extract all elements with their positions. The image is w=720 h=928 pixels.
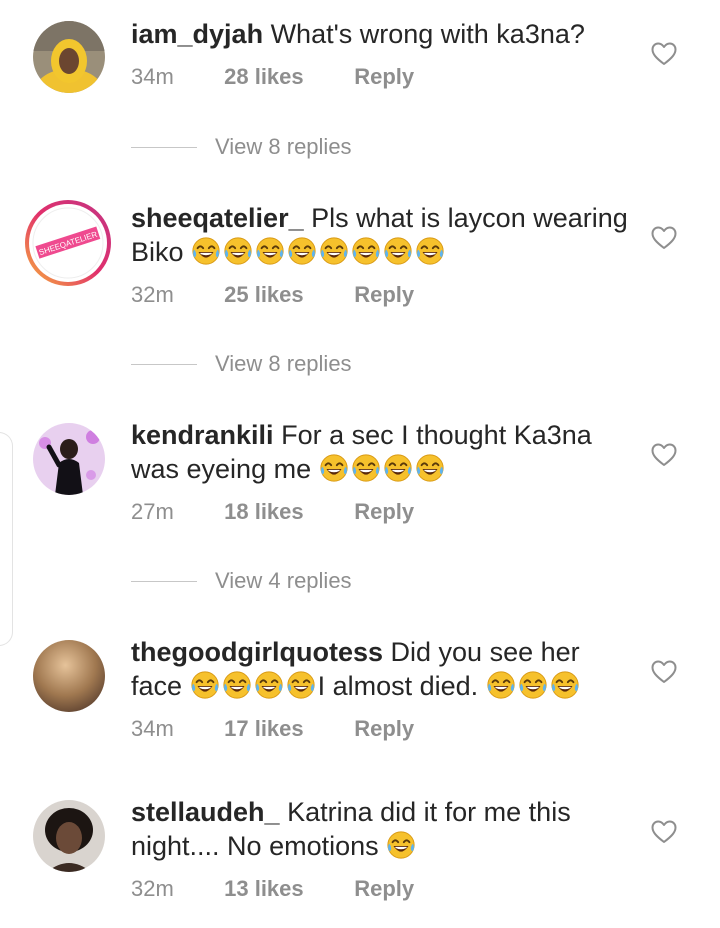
comment-text: kendrankili For a sec I thought Ka3na wa… <box>131 418 631 486</box>
heart-outline-icon[interactable] <box>651 42 677 66</box>
comment-username[interactable]: kendrankili <box>131 420 274 450</box>
emoji-run <box>486 671 582 701</box>
comment-username[interactable]: iam_dyjah <box>131 19 263 49</box>
comment-body: What's wrong with ka3na? <box>270 19 585 49</box>
avatar[interactable]: SHEEQATELIER <box>23 198 113 288</box>
emoji-run <box>191 237 447 267</box>
comment-time: 27m <box>131 499 174 524</box>
comment-meta: 32m 13 likes Reply <box>131 876 414 902</box>
comment-likes[interactable]: 28 likes <box>224 64 348 90</box>
view-replies-label[interactable]: View 8 replies <box>215 134 352 160</box>
heart-outline-icon[interactable] <box>651 226 677 250</box>
face-with-tears-of-joy-icon <box>550 670 580 700</box>
face-with-tears-of-joy-icon <box>286 670 316 700</box>
face-with-tears-of-joy-icon <box>319 453 349 483</box>
comment-likes[interactable]: 25 likes <box>224 282 348 308</box>
face-with-tears-of-joy-icon <box>383 236 413 266</box>
face-with-tears-of-joy-icon <box>287 236 317 266</box>
face-with-tears-of-joy-icon <box>351 453 381 483</box>
emoji-run <box>319 454 447 484</box>
face-with-tears-of-joy-icon <box>222 670 252 700</box>
heart-outline-icon[interactable] <box>651 443 677 467</box>
replies-divider <box>131 363 197 365</box>
face-with-tears-of-joy-icon <box>486 670 516 700</box>
comment-username[interactable]: thegoodgirlquotess <box>131 637 383 667</box>
avatar[interactable] <box>33 640 105 712</box>
comment-meta: 27m 18 likes Reply <box>131 499 414 525</box>
comment-text: sheeqatelier_ Pls what is laycon wearing… <box>131 201 631 269</box>
comment-time: 34m <box>131 716 174 741</box>
face-with-tears-of-joy-icon <box>191 236 221 266</box>
reply-button[interactable]: Reply <box>354 716 414 742</box>
comment-text: stellaudeh_ Katrina did it for me this n… <box>131 795 631 863</box>
replies-divider <box>131 580 197 582</box>
heart-outline-icon[interactable] <box>651 820 677 844</box>
avatar[interactable] <box>33 423 105 495</box>
face-with-tears-of-joy-icon <box>383 453 413 483</box>
view-replies-button[interactable]: View 4 replies <box>131 566 352 596</box>
reply-button[interactable]: Reply <box>354 499 414 525</box>
view-replies-label[interactable]: View 4 replies <box>215 568 352 594</box>
face-with-tears-of-joy-icon <box>415 453 445 483</box>
face-with-tears-of-joy-icon <box>415 236 445 266</box>
comment-meta: 32m 25 likes Reply <box>131 282 414 308</box>
side-drawer-edge <box>0 432 13 646</box>
comment-time: 34m <box>131 64 174 89</box>
comment-likes[interactable]: 13 likes <box>224 876 348 902</box>
comment-likes[interactable]: 17 likes <box>224 716 348 742</box>
comment-meta: 34m 17 likes Reply <box>131 716 414 742</box>
comment-likes[interactable]: 18 likes <box>224 499 348 525</box>
comment-text: thegoodgirlquotess Did you see her face … <box>131 635 631 703</box>
face-with-tears-of-joy-icon <box>518 670 548 700</box>
face-with-tears-of-joy-icon <box>255 236 285 266</box>
reply-button[interactable]: Reply <box>354 64 414 90</box>
heart-outline-icon[interactable] <box>651 660 677 684</box>
face-with-tears-of-joy-icon <box>254 670 284 700</box>
reply-button[interactable]: Reply <box>354 876 414 902</box>
comment-username[interactable]: sheeqatelier_ <box>131 203 304 233</box>
face-with-tears-of-joy-icon <box>351 236 381 266</box>
comment-body-part-b: I almost died. <box>317 671 479 701</box>
comment-username[interactable]: stellaudeh_ <box>131 797 280 827</box>
view-replies-button[interactable]: View 8 replies <box>131 132 352 162</box>
comment-time: 32m <box>131 876 174 901</box>
comment-time: 32m <box>131 282 174 307</box>
face-with-tears-of-joy-icon <box>223 236 253 266</box>
avatar[interactable] <box>33 21 105 93</box>
face-with-tears-of-joy-icon <box>386 830 416 860</box>
face-with-tears-of-joy-icon <box>190 670 220 700</box>
comment-meta: 34m 28 likes Reply <box>131 64 414 90</box>
view-replies-label[interactable]: View 8 replies <box>215 351 352 377</box>
comment-text: iam_dyjah What's wrong with ka3na? <box>131 17 631 51</box>
view-replies-button[interactable]: View 8 replies <box>131 349 352 379</box>
replies-divider <box>131 146 197 148</box>
emoji-run <box>386 831 418 861</box>
emoji-run <box>190 671 318 701</box>
avatar[interactable] <box>33 800 105 872</box>
reply-button[interactable]: Reply <box>354 282 414 308</box>
face-with-tears-of-joy-icon <box>319 236 349 266</box>
